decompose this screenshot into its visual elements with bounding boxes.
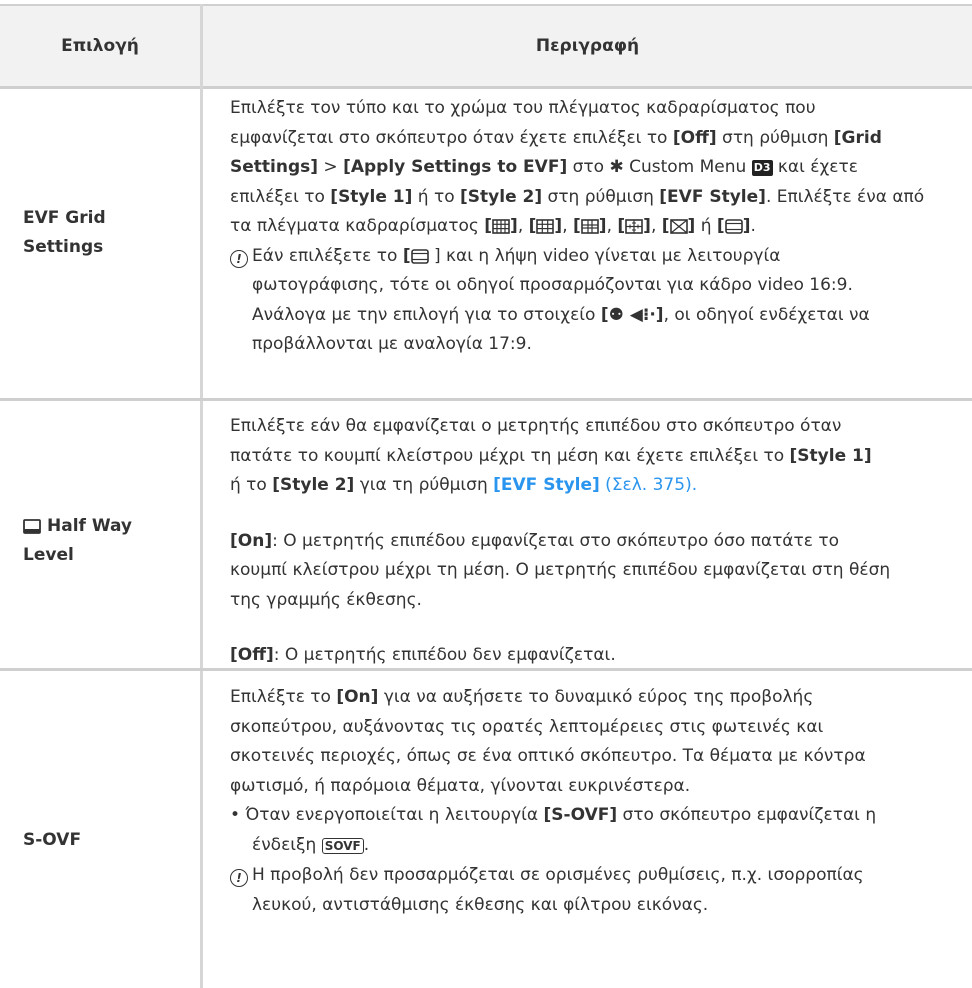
option-evf-grid-settings: EVF Grid Settings bbox=[23, 208, 106, 257]
description-half-way-level: Επιλέξτε εάν θα εμφανίζεται ο μετρητής ε… bbox=[230, 416, 891, 665]
description-s-ovf: Επιλέξτε το [On] για να αυξήσετε το δυνα… bbox=[230, 687, 877, 915]
row-divider bbox=[0, 398, 972, 401]
caution-icon: ! bbox=[230, 869, 248, 887]
grid-crosshair-icon bbox=[625, 219, 643, 234]
video-aspect-icon: ⚉ ◀⁝· bbox=[608, 304, 656, 325]
column-divider bbox=[200, 4, 203, 988]
evf-style-link[interactable]: [EVF Style] bbox=[493, 475, 600, 495]
monitor-icon bbox=[23, 519, 41, 534]
gear-icon: ✱ bbox=[609, 157, 624, 177]
grid-16-9-icon bbox=[410, 248, 429, 264]
grid-golden-icon bbox=[580, 219, 599, 234]
grid-16-9-icon bbox=[724, 219, 743, 234]
grid-diagonal-icon bbox=[669, 219, 688, 234]
option-s-ovf: S-OVF bbox=[23, 830, 82, 850]
description-evf-grid-settings: Επιλέξτε τον τύπο και το χρώμα του πλέγμ… bbox=[230, 98, 925, 354]
sovf-indicator-icon: SOVF bbox=[321, 837, 364, 854]
grid-3x3-icon bbox=[536, 219, 555, 234]
header-description: Περιγραφή bbox=[535, 36, 640, 56]
grid-3x3-dense-icon bbox=[492, 219, 510, 234]
menu-d3-icon: D3 bbox=[751, 160, 773, 176]
header-option: Επιλογή bbox=[61, 36, 139, 56]
caution-icon: ! bbox=[230, 249, 248, 268]
option-half-way-level: Half Way Level bbox=[23, 516, 133, 565]
bullet-dot: • bbox=[230, 805, 241, 825]
page-ref-link[interactable]: (Σελ. 375). bbox=[600, 475, 697, 495]
table-header: Επιλογή Περιγραφή bbox=[0, 4, 972, 89]
